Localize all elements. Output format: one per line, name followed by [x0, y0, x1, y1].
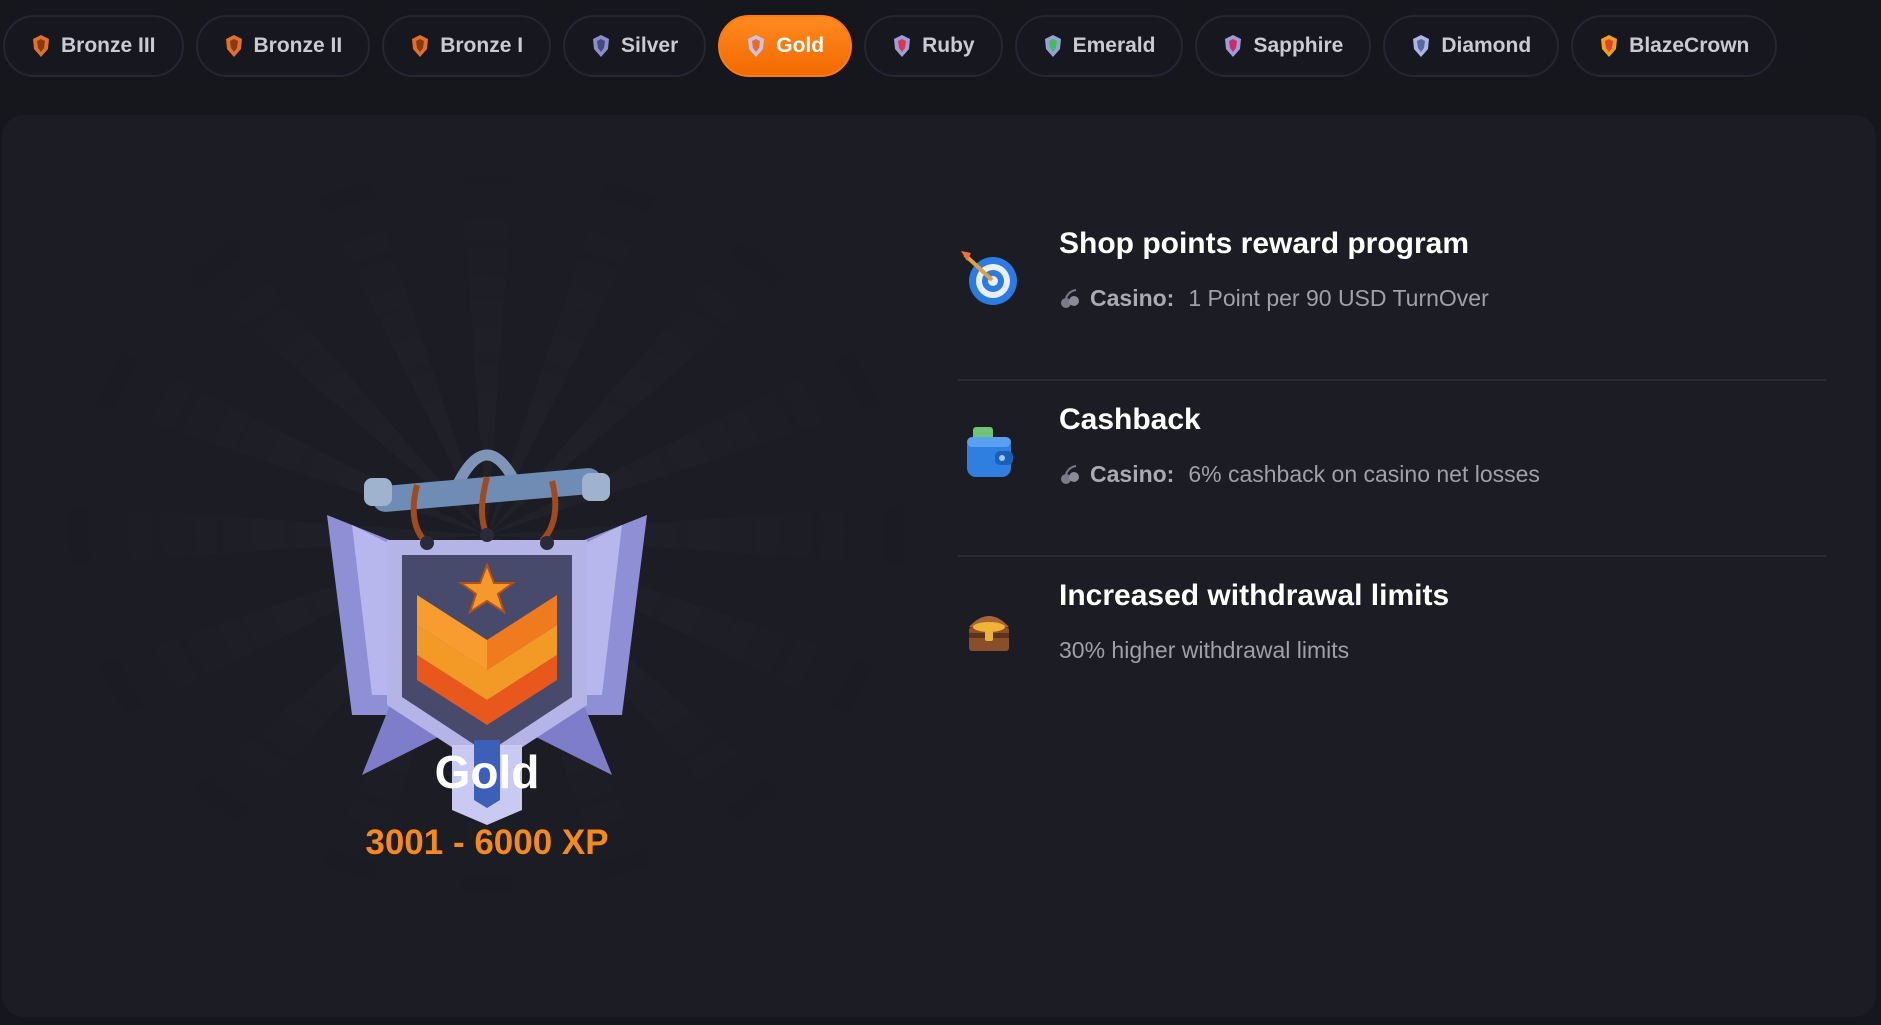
tab-label: BlazeCrown	[1629, 34, 1750, 57]
treasure-chest-icon	[969, 616, 1009, 651]
perk-shop-points: Shop points reward program Casino: 1 Poi…	[957, 205, 1827, 381]
perk-detail: Casino: 6% cashback on casino net losses	[1059, 461, 1540, 488]
bronze-shield-icon	[412, 35, 429, 57]
silver-shield-icon	[593, 35, 610, 57]
tab-ruby[interactable]: Ruby	[864, 15, 1003, 77]
tab-silver[interactable]: Silver	[563, 15, 707, 77]
tab-bronze-iii[interactable]: Bronze III	[3, 15, 184, 77]
tab-label: Sapphire	[1253, 34, 1344, 57]
perk-title: Shop points reward program	[1059, 227, 1470, 260]
perk-detail: Casino: 1 Point per 90 USD TurnOver	[1059, 285, 1489, 312]
perk-label: Casino:	[1090, 285, 1175, 311]
tab-emerald[interactable]: Emerald	[1014, 15, 1184, 77]
tab-label: Bronze III	[61, 34, 156, 57]
tab-label: Silver	[621, 34, 679, 57]
perk-text: 30% higher withdrawal limits	[1059, 637, 1350, 663]
cherry-icon	[1061, 288, 1079, 308]
perk-title: Increased withdrawal limits	[1059, 579, 1450, 612]
wallet-icon	[967, 427, 1013, 477]
blazecrown-shield-icon	[1601, 35, 1618, 57]
tab-label: Ruby	[922, 34, 975, 57]
perk-title: Cashback	[1059, 403, 1201, 436]
tier-name: Gold	[434, 746, 540, 798]
tab-bronze-i[interactable]: Bronze I	[382, 15, 552, 77]
tab-sapphire[interactable]: Sapphire	[1195, 15, 1372, 77]
tier-tabs: Bronze III Bronze II Bronze I Silver Gol…	[0, 0, 1881, 92]
perk-label: Casino:	[1090, 461, 1175, 487]
tab-gold[interactable]: Gold	[718, 15, 853, 77]
tier-xp-range: 3001 - 6000 XP	[365, 823, 609, 862]
emerald-shield-icon	[1044, 35, 1061, 57]
tab-label: Gold	[776, 34, 825, 57]
perks-list: Shop points reward program Casino: 1 Poi…	[957, 205, 1827, 733]
perk-text: 1 Point per 90 USD TurnOver	[1188, 285, 1489, 311]
dart-target-icon	[961, 251, 1017, 305]
tab-diamond[interactable]: Diamond	[1383, 15, 1560, 77]
perk-detail: 30% higher withdrawal limits	[1059, 637, 1349, 664]
gold-shield-icon	[748, 35, 765, 57]
bronze-shield-icon	[225, 35, 242, 57]
tab-label: Emerald	[1072, 34, 1156, 57]
perk-withdrawal-limits: Increased withdrawal limits 30% higher w…	[957, 557, 1827, 733]
bronze-shield-icon	[33, 35, 49, 57]
tier-detail-panel: Gold 3001 - 6000 XP Shop points reward p…	[2, 115, 1876, 1017]
cherry-icon	[1061, 464, 1079, 484]
tab-bronze-ii[interactable]: Bronze II	[195, 15, 371, 77]
sapphire-shield-icon	[1225, 35, 1242, 57]
ruby-shield-icon	[894, 35, 911, 57]
tab-label: Bronze I	[440, 34, 524, 57]
perk-text: 6% cashback on casino net losses	[1188, 461, 1540, 487]
diamond-shield-icon	[1413, 35, 1430, 57]
tab-label: Diamond	[1441, 34, 1532, 57]
tab-label: Bronze II	[253, 34, 343, 57]
perk-cashback: Cashback Casino: 6% cashback on casino n…	[957, 381, 1827, 557]
tab-blazecrown[interactable]: BlazeCrown	[1571, 15, 1778, 77]
